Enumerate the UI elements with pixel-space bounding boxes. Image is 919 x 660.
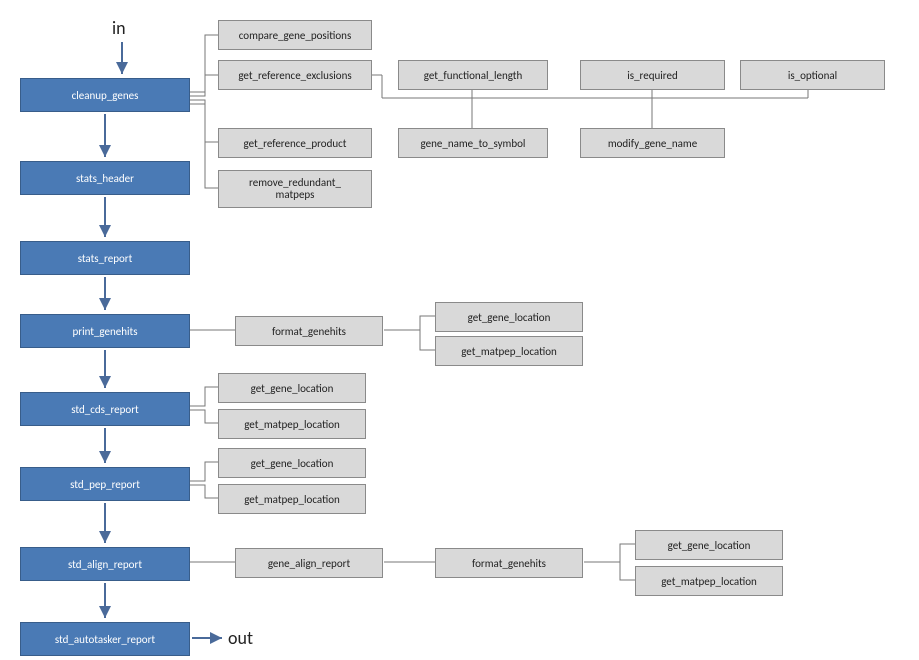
node-print-genehits: print_genehits [20,314,190,348]
in-label: in [112,17,126,39]
node-std-align-report: std_align_report [20,547,190,581]
node-cleanup-genes: cleanup_genes [20,78,190,112]
node-is-required: is_required [580,60,725,90]
node-get-reference-exclusions: get_reference_exclusions [218,60,372,90]
node-get-matpep-location-3: get_matpep_location [218,484,366,514]
node-get-functional-length: get_functional_length [398,60,548,90]
node-std-pep-report: std_pep_report [20,467,190,501]
node-gene-name-to-symbol: gene_name_to_symbol [398,128,548,158]
node-stats-header: stats_header [20,161,190,195]
node-std-cds-report: std_cds_report [20,392,190,426]
node-remove-redundant-matpeps: remove_redundant_ matpeps [218,170,372,208]
node-compare-gene-positions: compare_gene_positions [218,20,372,50]
node-get-matpep-location-2: get_matpep_location [218,409,366,439]
out-label: out [228,627,253,649]
node-get-gene-location-3: get_gene_location [218,448,366,478]
node-get-matpep-location-1: get_matpep_location [435,336,583,366]
node-get-matpep-location-4: get_matpep_location [635,566,783,596]
node-modify-gene-name: modify_gene_name [580,128,725,158]
node-format-genehits-1: format_genehits [235,316,383,346]
node-get-reference-product: get_reference_product [218,128,372,158]
node-is-optional: is_optional [740,60,885,90]
node-stats-report: stats_report [20,241,190,275]
node-std-autotasker-report: std_autotasker_report [20,622,190,656]
node-format-genehits-2: format_genehits [435,548,583,578]
node-get-gene-location-1: get_gene_location [435,302,583,332]
node-gene-align-report: gene_align_report [235,548,383,578]
node-get-gene-location-4: get_gene_location [635,530,783,560]
diagram-canvas: in out cleanup_genes stats_header stats_… [0,0,919,660]
node-get-gene-location-2: get_gene_location [218,373,366,403]
